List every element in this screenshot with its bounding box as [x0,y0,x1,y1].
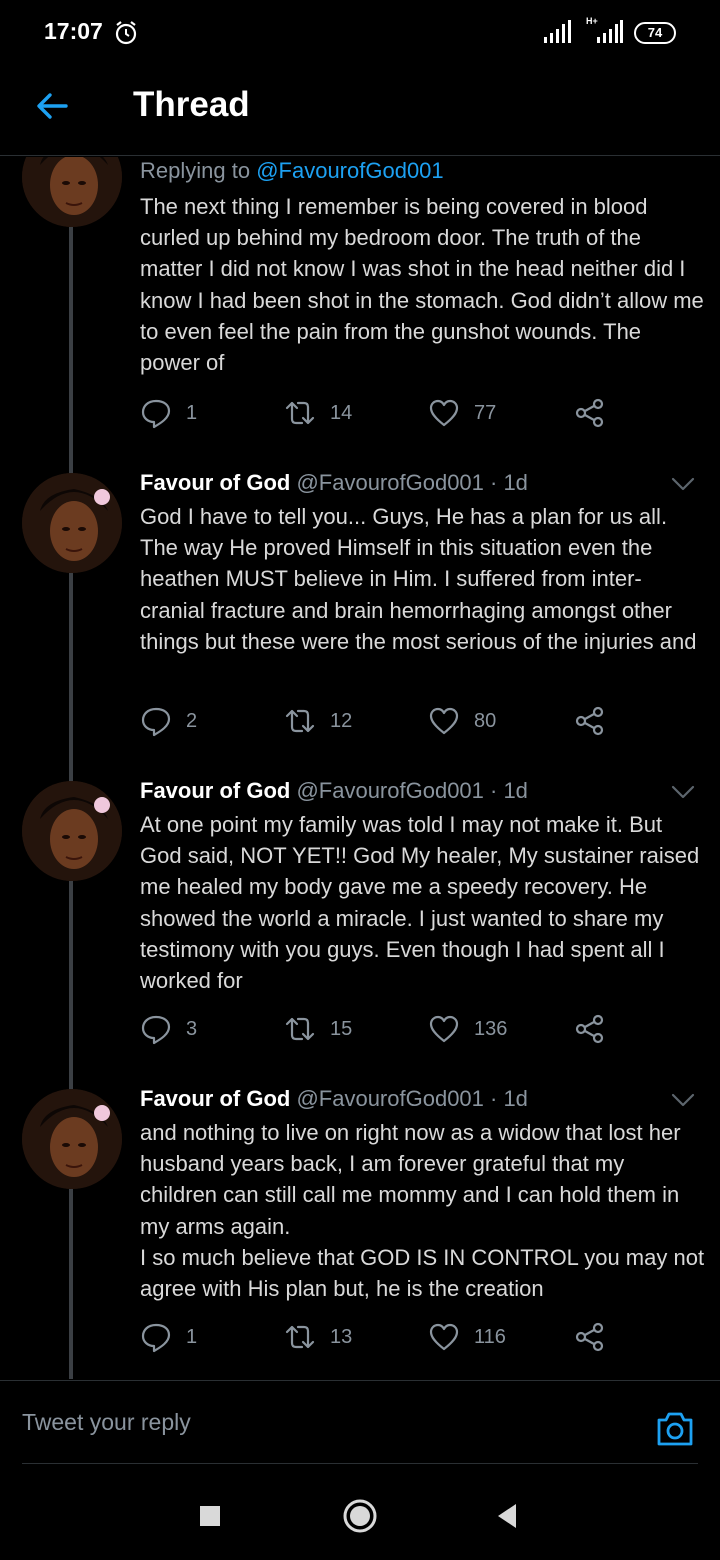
reply-bar [0,1380,720,1464]
reply-count: 2 [186,709,198,732]
avatar-photo [22,473,122,573]
tweet[interactable]: Favour of God @FavourofGod001 · 1d and n… [0,1073,720,1379]
avatar[interactable] [22,157,122,227]
reply-count: 3 [186,1017,198,1040]
reply-icon [141,399,171,429]
reply-count: 1 [186,401,198,424]
like-button[interactable]: 136 [428,1013,507,1045]
tweet-header: Favour of God @FavourofGod001 · 1d [140,470,528,496]
camera-icon[interactable] [655,1410,695,1448]
caret-down-icon[interactable] [670,475,696,493]
tweet-text: and nothing to live on right now as a wi… [140,1120,705,1302]
share-button[interactable] [574,1321,606,1353]
tweet-text: The next thing I remember is being cover… [140,194,710,376]
status-bar: 17:07 H+ 74 [0,0,720,68]
retweet-count: 12 [330,709,353,732]
like-icon [429,707,459,735]
retweet-count: 14 [330,401,353,424]
like-icon [429,399,459,427]
tweet[interactable]: Favour of God @FavourofGod001 · 1d At on… [0,765,720,1073]
reply-button[interactable]: 1 [140,397,197,429]
avatar-photo [22,781,122,881]
signal-icon [597,20,623,43]
caret-down-icon[interactable] [670,783,696,801]
tweet-header: Favour of God @FavourofGod001 · 1d [140,1086,528,1112]
thread[interactable]: Replying to @FavourofGod001 The next thi… [0,157,720,1379]
like-button[interactable]: 116 [428,1321,506,1353]
tweet[interactable]: Replying to @FavourofGod001 The next thi… [0,157,720,457]
retweet-icon [285,1325,315,1349]
retweet-icon [285,401,315,425]
avatar-photo [22,157,122,227]
share-button[interactable] [574,1013,606,1045]
retweet-button[interactable]: 12 [284,705,352,737]
share-button[interactable] [574,705,606,737]
like-count: 116 [474,1325,506,1348]
avatar-photo [22,1089,122,1189]
retweet-button[interactable]: 13 [284,1321,352,1353]
tweet-text: God I have to tell you... Guys, He has a… [140,504,697,654]
author-name[interactable]: Favour of God [140,1086,290,1111]
reply-input[interactable] [22,1409,622,1436]
tweet-actions: 2 12 80 [140,705,640,741]
retweet-icon [285,709,315,733]
header: Thread [0,70,720,156]
retweet-icon [285,1017,315,1041]
replying-prefix: Replying to [140,158,251,183]
share-button[interactable] [574,397,606,429]
retweet-button[interactable]: 15 [284,1013,352,1045]
author-handle: @FavourofGod001 · 1d [296,1086,528,1111]
reply-button[interactable]: 1 [140,1321,197,1353]
share-icon [575,706,604,736]
replying-to: Replying to @FavourofGod001 [140,158,444,184]
like-button[interactable]: 80 [428,705,496,737]
tweet[interactable]: Favour of God @FavourofGod001 · 1d God I… [0,457,720,765]
like-count: 77 [474,401,497,424]
back-arrow-icon[interactable] [34,88,70,124]
author-handle: @FavourofGod001 · 1d [296,470,528,495]
reply-icon [141,1015,171,1045]
retweet-button[interactable]: 14 [284,397,352,429]
alarm-icon [115,21,137,45]
back-icon[interactable] [488,1496,528,1536]
tweet-header: Favour of God @FavourofGod001 · 1d [140,778,528,804]
recents-icon[interactable] [190,1496,230,1536]
tweet-actions: 3 15 136 [140,1013,640,1049]
replying-handle-link[interactable]: @FavourofGod001 [256,158,443,183]
tweet-actions: 1 14 77 [140,397,640,433]
tweet-text: At one point my family was told I may no… [140,812,706,994]
reply-count: 1 [186,1325,198,1348]
battery-icon: 74 [634,22,676,44]
avatar[interactable] [22,781,122,881]
reply-button[interactable]: 2 [140,705,197,737]
network-type: H+ [586,16,598,26]
tweet-actions: 1 13 116 [140,1321,640,1357]
avatar[interactable] [22,1089,122,1189]
author-handle: @FavourofGod001 · 1d [296,778,528,803]
retweet-count: 15 [330,1017,353,1040]
home-icon[interactable] [340,1496,380,1536]
author-name[interactable]: Favour of God [140,470,290,495]
reply-icon [141,707,171,737]
system-nav-bar [0,1466,720,1560]
caret-down-icon[interactable] [670,1091,696,1109]
like-icon [429,1323,459,1351]
avatar[interactable] [22,473,122,573]
like-count: 136 [474,1017,508,1040]
retweet-count: 13 [330,1325,353,1348]
share-icon [575,1322,604,1352]
signal-icon [544,20,571,43]
share-icon [575,1014,604,1044]
reply-icon [141,1323,171,1353]
status-time: 17:07 [44,18,103,44]
like-button[interactable]: 77 [428,397,496,429]
share-icon [575,398,604,428]
page-title: Thread [133,85,250,124]
like-count: 80 [474,709,497,732]
divider [22,1463,698,1464]
author-name[interactable]: Favour of God [140,778,290,803]
like-icon [429,1015,459,1043]
reply-button[interactable]: 3 [140,1013,197,1045]
